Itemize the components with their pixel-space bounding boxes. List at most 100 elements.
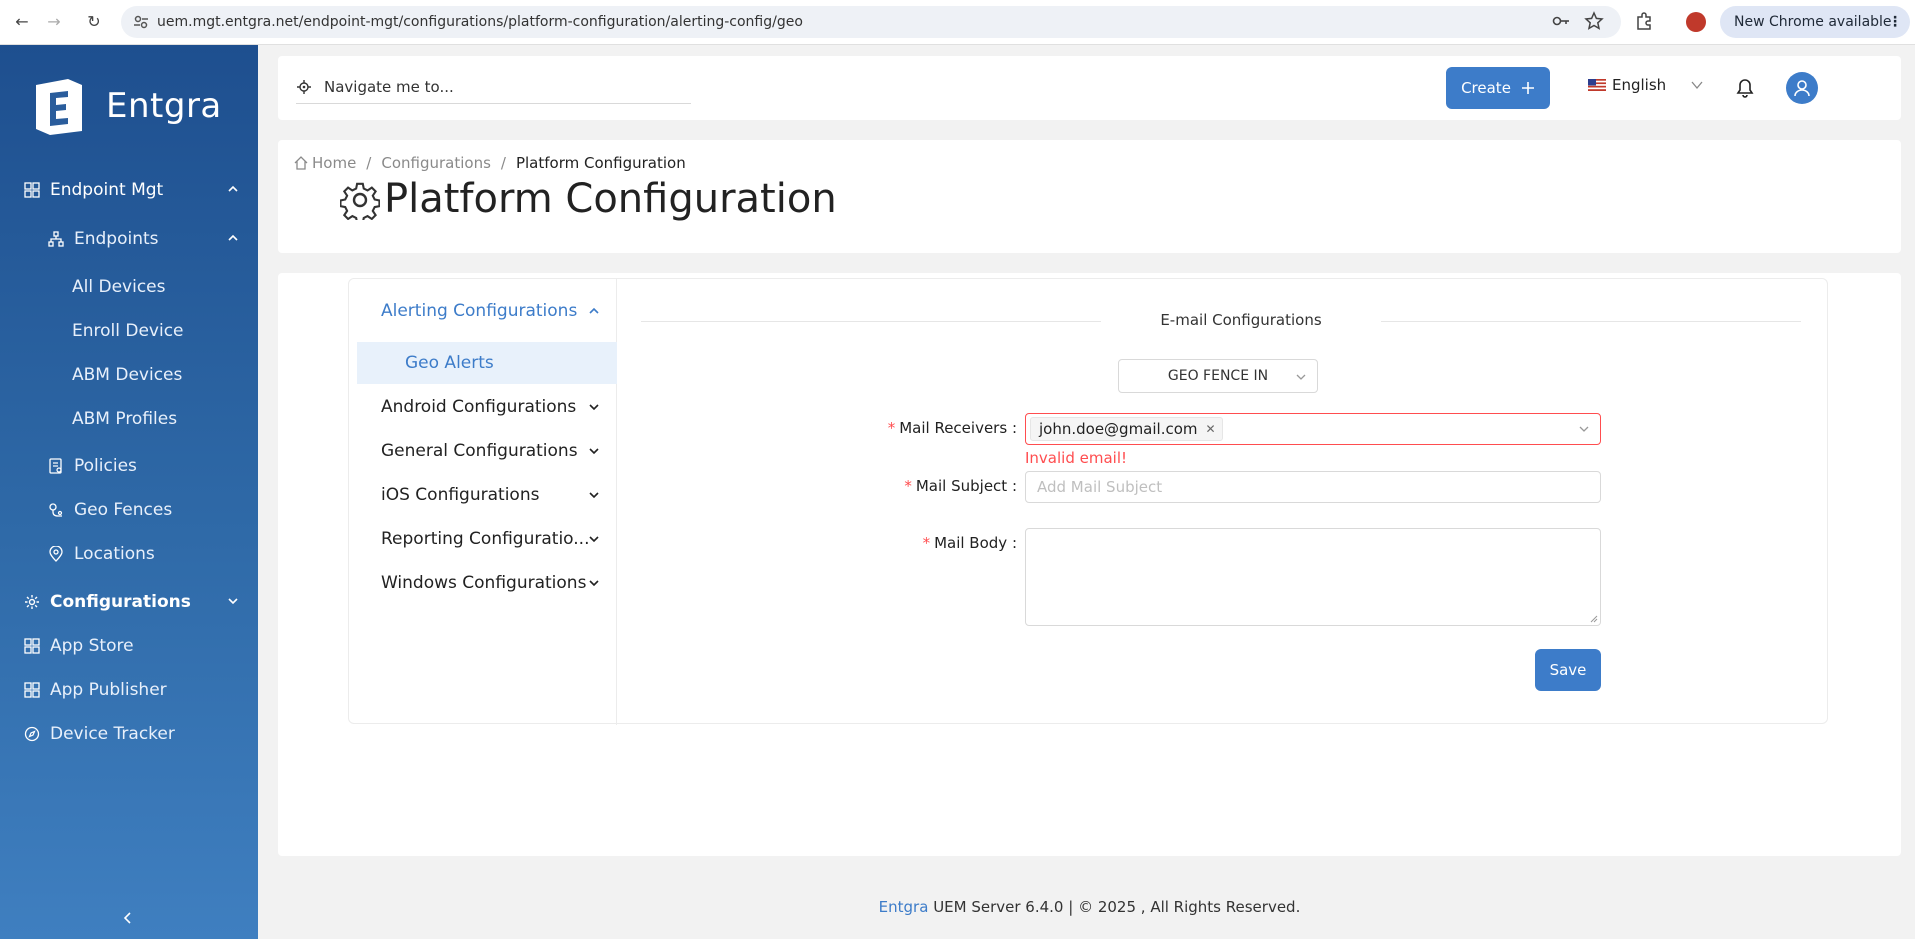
publisher-grid-icon (24, 682, 40, 698)
sidebar-item-label: Locations (74, 544, 155, 564)
geo-fence-type-value: GEO FENCE IN (1167, 368, 1269, 384)
sidebar-item-abm-devices[interactable]: ABM Devices (0, 355, 258, 395)
mail-receiver-tag: john.doe@gmail.com ✕ (1030, 417, 1223, 441)
sidebar-item-endpoint-mgt[interactable]: Endpoint Mgt (0, 170, 258, 210)
sidebar-item-app-store[interactable]: App Store (0, 626, 258, 666)
entgra-logo-icon (36, 79, 82, 135)
menu-alerting-configurations[interactable]: Alerting Configurations (357, 289, 617, 333)
chevron-up-icon (589, 307, 599, 314)
password-key-icon[interactable] (1551, 11, 1571, 31)
reload-icon[interactable]: ↻ (84, 12, 104, 32)
sidebar-item-all-devices[interactable]: All Devices (0, 267, 258, 307)
bookmark-star-icon[interactable] (1584, 11, 1604, 31)
sidebar-item-abm-profiles[interactable]: ABM Profiles (0, 399, 258, 439)
locate-icon (297, 79, 311, 94)
sidebar-item-label: App Publisher (50, 680, 167, 700)
chrome-update-button[interactable]: New Chrome available ⋮ (1720, 6, 1910, 38)
extensions-icon[interactable] (1634, 11, 1654, 31)
sidebar-item-label: Endpoint Mgt (50, 180, 164, 200)
more-menu-icon[interactable]: ⋮ (1888, 6, 1902, 38)
menu-android-configurations[interactable]: Android Configurations (357, 385, 617, 429)
language-selector[interactable]: English (1588, 76, 1704, 94)
menu-reporting-configurations[interactable]: Reporting Configuratio... (357, 517, 617, 561)
breadcrumb-current: Platform Configuration (515, 154, 686, 172)
forward-icon[interactable]: → (44, 12, 64, 32)
header-bar: Navigate me to... Create English (278, 56, 1901, 120)
grid-icon (24, 182, 40, 198)
notification-bell-icon[interactable] (1735, 78, 1755, 98)
chevron-down-icon (589, 492, 599, 499)
menu-geo-alerts[interactable]: Geo Alerts (357, 342, 617, 384)
gear-icon (340, 182, 380, 220)
app-grid-icon (24, 638, 40, 654)
chrome-profile-avatar[interactable] (1686, 12, 1706, 32)
site-info-icon[interactable] (133, 14, 149, 30)
remove-tag-close-icon[interactable]: ✕ (1206, 422, 1216, 436)
sidebar-item-label: All Devices (72, 277, 166, 297)
sidebar-item-app-publisher[interactable]: App Publisher (0, 670, 258, 710)
geo-fence-type-select[interactable]: GEO FENCE IN (1118, 359, 1318, 393)
section-divider: E-mail Configurations (641, 311, 1801, 331)
plus-icon (1521, 82, 1534, 94)
breadcrumb-separator: / (500, 154, 506, 172)
sidebar-item-label: ABM Devices (72, 365, 183, 385)
chevron-down-icon (589, 580, 599, 587)
breadcrumb-home-label: Home (312, 154, 357, 172)
address-bar[interactable]: uem.mgt.entgra.net/endpoint-mgt/configur… (121, 6, 1621, 38)
menu-item-label: iOS Configurations (381, 485, 540, 505)
chevron-down-icon (589, 536, 599, 543)
required-mark: * (904, 477, 912, 495)
chevron-down-icon (1296, 374, 1306, 380)
user-icon (1794, 80, 1810, 97)
create-button-label: Create (1461, 79, 1511, 97)
brand-name: Entgra (106, 86, 222, 126)
mail-receivers-label: * Mail Receivers : (887, 419, 1017, 437)
sidebar-item-geo-fences[interactable]: Geo Fences (0, 490, 258, 530)
resize-handle-icon[interactable] (1590, 615, 1598, 623)
sidebar-item-device-tracker[interactable]: Device Tracker (0, 714, 258, 754)
chevron-down-icon (228, 598, 238, 605)
footer-text: UEM Server 6.4.0 | © 2025 , All Rights R… (933, 898, 1301, 916)
mail-receivers-input[interactable]: john.doe@gmail.com ✕ (1025, 413, 1601, 445)
footer: Entgra UEM Server 6.4.0 | © 2025 , All R… (278, 898, 1901, 916)
chrome-update-label: New Chrome available (1734, 14, 1892, 30)
menu-item-label: Geo Alerts (405, 353, 494, 373)
location-pin-icon (49, 546, 63, 562)
mail-body-textarea[interactable] (1025, 528, 1601, 626)
save-button[interactable]: Save (1535, 649, 1601, 691)
chevron-down-icon (589, 404, 599, 411)
breadcrumb: Home / Configurations / Platform Configu… (294, 154, 686, 172)
mail-receiver-tag-label: john.doe@gmail.com (1039, 420, 1198, 438)
brand-logo[interactable]: Entgra (28, 75, 222, 137)
menu-ios-configurations[interactable]: iOS Configurations (357, 473, 617, 517)
policy-doc-icon (49, 458, 62, 474)
sidebar-item-endpoints[interactable]: Endpoints (0, 219, 258, 259)
menu-windows-configurations[interactable]: Windows Configurations (357, 561, 617, 605)
breadcrumb-home[interactable]: Home (294, 154, 356, 172)
mail-body-label-text: Mail Body (934, 534, 1008, 552)
create-button[interactable]: Create (1446, 67, 1550, 109)
mail-subject-input[interactable]: Add Mail Subject (1025, 471, 1601, 503)
sidebar-item-locations[interactable]: Locations (0, 534, 258, 574)
menu-general-configurations[interactable]: General Configurations (357, 429, 617, 473)
sidebar-collapse-icon[interactable] (120, 910, 136, 926)
sidebar-item-label: Configurations (50, 592, 191, 612)
main-content: Alerting Configurations Geo Alerts Andro… (278, 273, 1901, 856)
navigate-search[interactable]: Navigate me to... (296, 70, 691, 104)
breadcrumb-configurations[interactable]: Configurations (381, 154, 491, 172)
browser-toolbar: ← → ↻ uem.mgt.entgra.net/endpoint-mgt/co… (0, 0, 1915, 45)
sidebar-item-configurations[interactable]: Configurations (0, 582, 258, 622)
home-icon (294, 156, 308, 170)
sidebar-item-policies[interactable]: Policies (0, 446, 258, 486)
mail-subject-label: * Mail Subject : (904, 477, 1017, 495)
url-text: uem.mgt.entgra.net/endpoint-mgt/configur… (157, 14, 803, 30)
back-icon[interactable]: ← (12, 12, 32, 32)
sidebar: Entgra Endpoint Mgt Endpoints All Device… (0, 45, 258, 939)
sidebar-item-label: Enroll Device (72, 321, 184, 341)
user-avatar-button[interactable] (1786, 72, 1818, 104)
network-icon (48, 231, 64, 247)
sidebar-item-enroll-device[interactable]: Enroll Device (0, 311, 258, 351)
footer-brand[interactable]: Entgra (879, 898, 929, 916)
chevron-down-icon (1691, 81, 1703, 90)
mail-body-label: * Mail Body : (922, 534, 1017, 552)
